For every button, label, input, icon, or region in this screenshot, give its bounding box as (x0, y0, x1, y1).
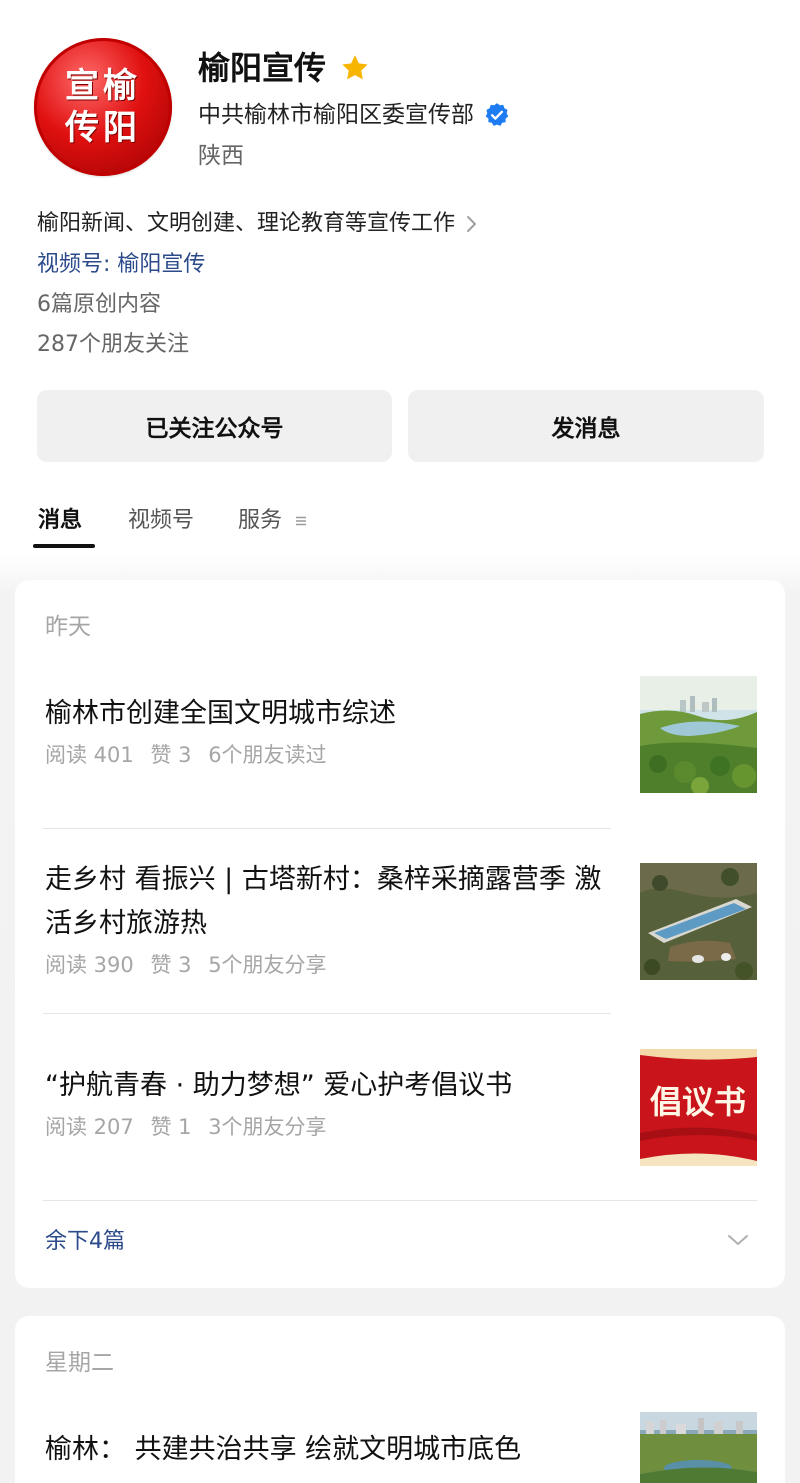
verified-icon[interactable] (484, 102, 510, 128)
star-icon[interactable] (340, 53, 370, 83)
tab-services-label: 服务 (238, 508, 283, 533)
read-count: 阅读 207 (45, 1115, 134, 1139)
tab-services[interactable]: 服务 (238, 504, 308, 538)
city-aerial-image (640, 1412, 757, 1483)
message-group-card: 星期二 榆林： 共建共治共享 绘就文明城市底色 (15, 1316, 785, 1483)
more-articles-link[interactable]: 余下4篇 (45, 1225, 125, 1259)
article-item[interactable]: 榆林： 共建共治共享 绘就文明城市底色 (45, 1428, 612, 1472)
article-divider (43, 1013, 611, 1014)
article-item[interactable]: 走乡村 看振兴 | 古塔新村：桑梓采摘露营季 激活乡村旅游热 阅读 390 赞 … (45, 858, 612, 982)
account-intro[interactable]: 榆阳新闻、文明创建、理论教育等宣传工作 (37, 207, 479, 241)
article-divider (43, 828, 611, 829)
village-pool-aerial-image (640, 863, 757, 980)
article-title: 走乡村 看振兴 | 古塔新村：桑梓采摘露营季 激活乡村旅游热 (45, 864, 602, 939)
article-title: 榆林： 共建共治共享 绘就文明城市底色 (45, 1434, 522, 1465)
avatar-text-top: 宣榆 (65, 66, 141, 106)
region-label: 陕西 (198, 143, 244, 169)
account-name: 榆阳宣传 (198, 49, 327, 87)
article-item[interactable]: 榆林市创建全国文明城市综述 阅读 401 赞 3 6个朋友读过 (45, 692, 612, 772)
article-meta: 阅读 390 赞 3 5个朋友分享 (45, 948, 612, 982)
intro-text: 榆阳新闻、文明创建、理论教育等宣传工作 (37, 211, 456, 236)
avatar-text-bottom: 传阳 (65, 108, 141, 148)
group-date: 昨天 (45, 614, 91, 640)
message-feed[interactable]: 昨天 榆林市创建全国文明城市综述 阅读 401 赞 3 6个朋友读过 走乡村 看… (0, 554, 800, 1483)
read-count: 阅读 401 (45, 743, 134, 767)
message-group-card: 昨天 榆林市创建全国文明城市综述 阅读 401 赞 3 6个朋友读过 走乡村 看… (15, 580, 785, 1288)
tab-messages[interactable]: 消息 (38, 504, 82, 538)
proposal-banner-image: 倡议书 (640, 1049, 757, 1166)
profile-header: 宣榆 传阳 榆阳宣传 中共榆林市榆阳区委宣传部 陕西 榆阳新闻、文明创建、理论教… (0, 0, 800, 480)
park-landscape-image (640, 676, 757, 793)
article-title: “护航青春 · 助力梦想” 爱心护考倡议书 (45, 1070, 513, 1101)
read-count: 阅读 390 (45, 953, 134, 977)
active-tab-indicator (33, 544, 95, 548)
like-count: 赞 1 (150, 1115, 192, 1139)
original-count: 6篇原创内容 (37, 292, 161, 317)
friends-activity: 3个朋友分享 (208, 1115, 327, 1139)
like-count: 赞 3 (150, 953, 192, 977)
send-message-button[interactable]: 发消息 (408, 390, 764, 462)
followed-button[interactable]: 已关注公众号 (37, 390, 392, 462)
article-thumbnail[interactable]: 倡议书 (640, 1049, 757, 1166)
article-thumbnail[interactable] (640, 676, 757, 793)
like-count: 赞 3 (150, 743, 192, 767)
account-name-line: 榆阳宣传 (198, 46, 370, 90)
channel-link[interactable]: 视频号: 榆阳宣传 (37, 248, 205, 282)
article-meta: 阅读 401 赞 3 6个朋友读过 (45, 738, 612, 772)
organization-line: 中共榆林市榆阳区委宣传部 (198, 98, 510, 132)
proposal-banner-text: 倡议书 (650, 1083, 746, 1121)
group-divider (43, 1200, 757, 1201)
friends-following[interactable]: 287个朋友关注 (37, 328, 189, 362)
organization-name: 中共榆林市榆阳区委宣传部 (198, 102, 474, 128)
chevron-down-icon[interactable] (726, 1232, 750, 1248)
profile-tabs: 消息 视频号 服务 (0, 498, 800, 554)
tab-channels[interactable]: 视频号 (128, 504, 194, 538)
article-title: 榆林市创建全国文明城市综述 (45, 698, 396, 729)
friends-activity: 6个朋友读过 (208, 743, 327, 767)
article-meta: 阅读 207 赞 1 3个朋友分享 (45, 1110, 612, 1144)
chevron-right-icon (467, 216, 477, 232)
article-thumbnail[interactable] (640, 1412, 757, 1483)
avatar[interactable]: 宣榆 传阳 (34, 38, 172, 176)
friends-activity: 5个朋友分享 (208, 953, 327, 977)
article-item[interactable]: “护航青春 · 助力梦想” 爱心护考倡议书 阅读 207 赞 1 3个朋友分享 (45, 1064, 612, 1144)
article-thumbnail[interactable] (640, 863, 757, 980)
menu-icon (296, 516, 307, 526)
group-date: 星期二 (45, 1350, 114, 1376)
